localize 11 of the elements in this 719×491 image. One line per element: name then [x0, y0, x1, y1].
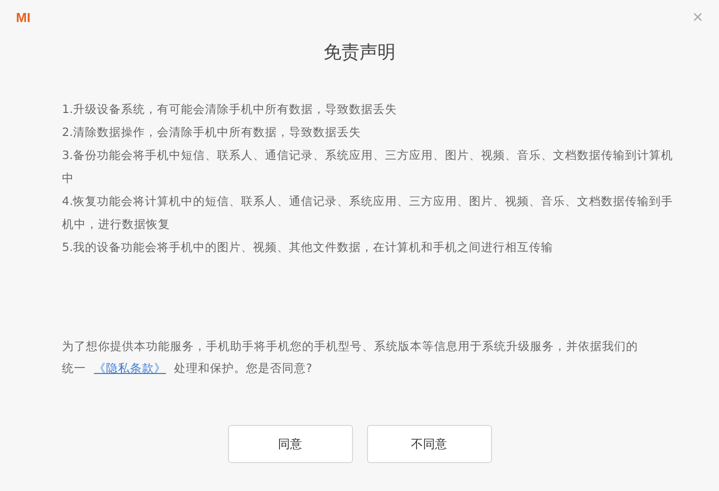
disclaimer-item: 5.我的设备功能会将手机中的图片、视频、其他文件数据，在计算机和手机之间进行相互传输 — [62, 239, 554, 256]
privacy-link[interactable]: 《隐私条款》 — [94, 361, 166, 375]
logo: MI — [16, 10, 30, 25]
disclaimer-item: 1.升级设备系统，有可能会清除手机中所有数据，导致数据丢失 — [62, 101, 398, 118]
disclaimer-item: 4.恢复功能会将计算机中的短信、联系人、通信记录、系统应用、三方应用、图片、视频、音乐、文档数据传输到手机中，进行数据恢复 — [62, 193, 674, 233]
dialog-title: 免责声明 — [324, 41, 396, 64]
disclaimer-item: 2.清除数据操作，会清除手机中所有数据，导致数据丢失 — [62, 124, 362, 141]
disclaimer-item: 3.备份功能会将手机中短信、联系人、通信记录、系统应用、三方应用、图片、视频、音乐、文档数据传输到计算机中 — [62, 147, 674, 187]
disagree-button[interactable]: 不同意 — [366, 425, 492, 463]
consent-text: 为了想你提供本功能服务，手机助手将手机您的手机型号、系统版本等信息用于系统升级服务，并依据我们的 统一 《隐私条款》 处理和保护。您是否同意? — [62, 338, 639, 377]
agree-button[interactable]: 同意 — [228, 425, 352, 463]
